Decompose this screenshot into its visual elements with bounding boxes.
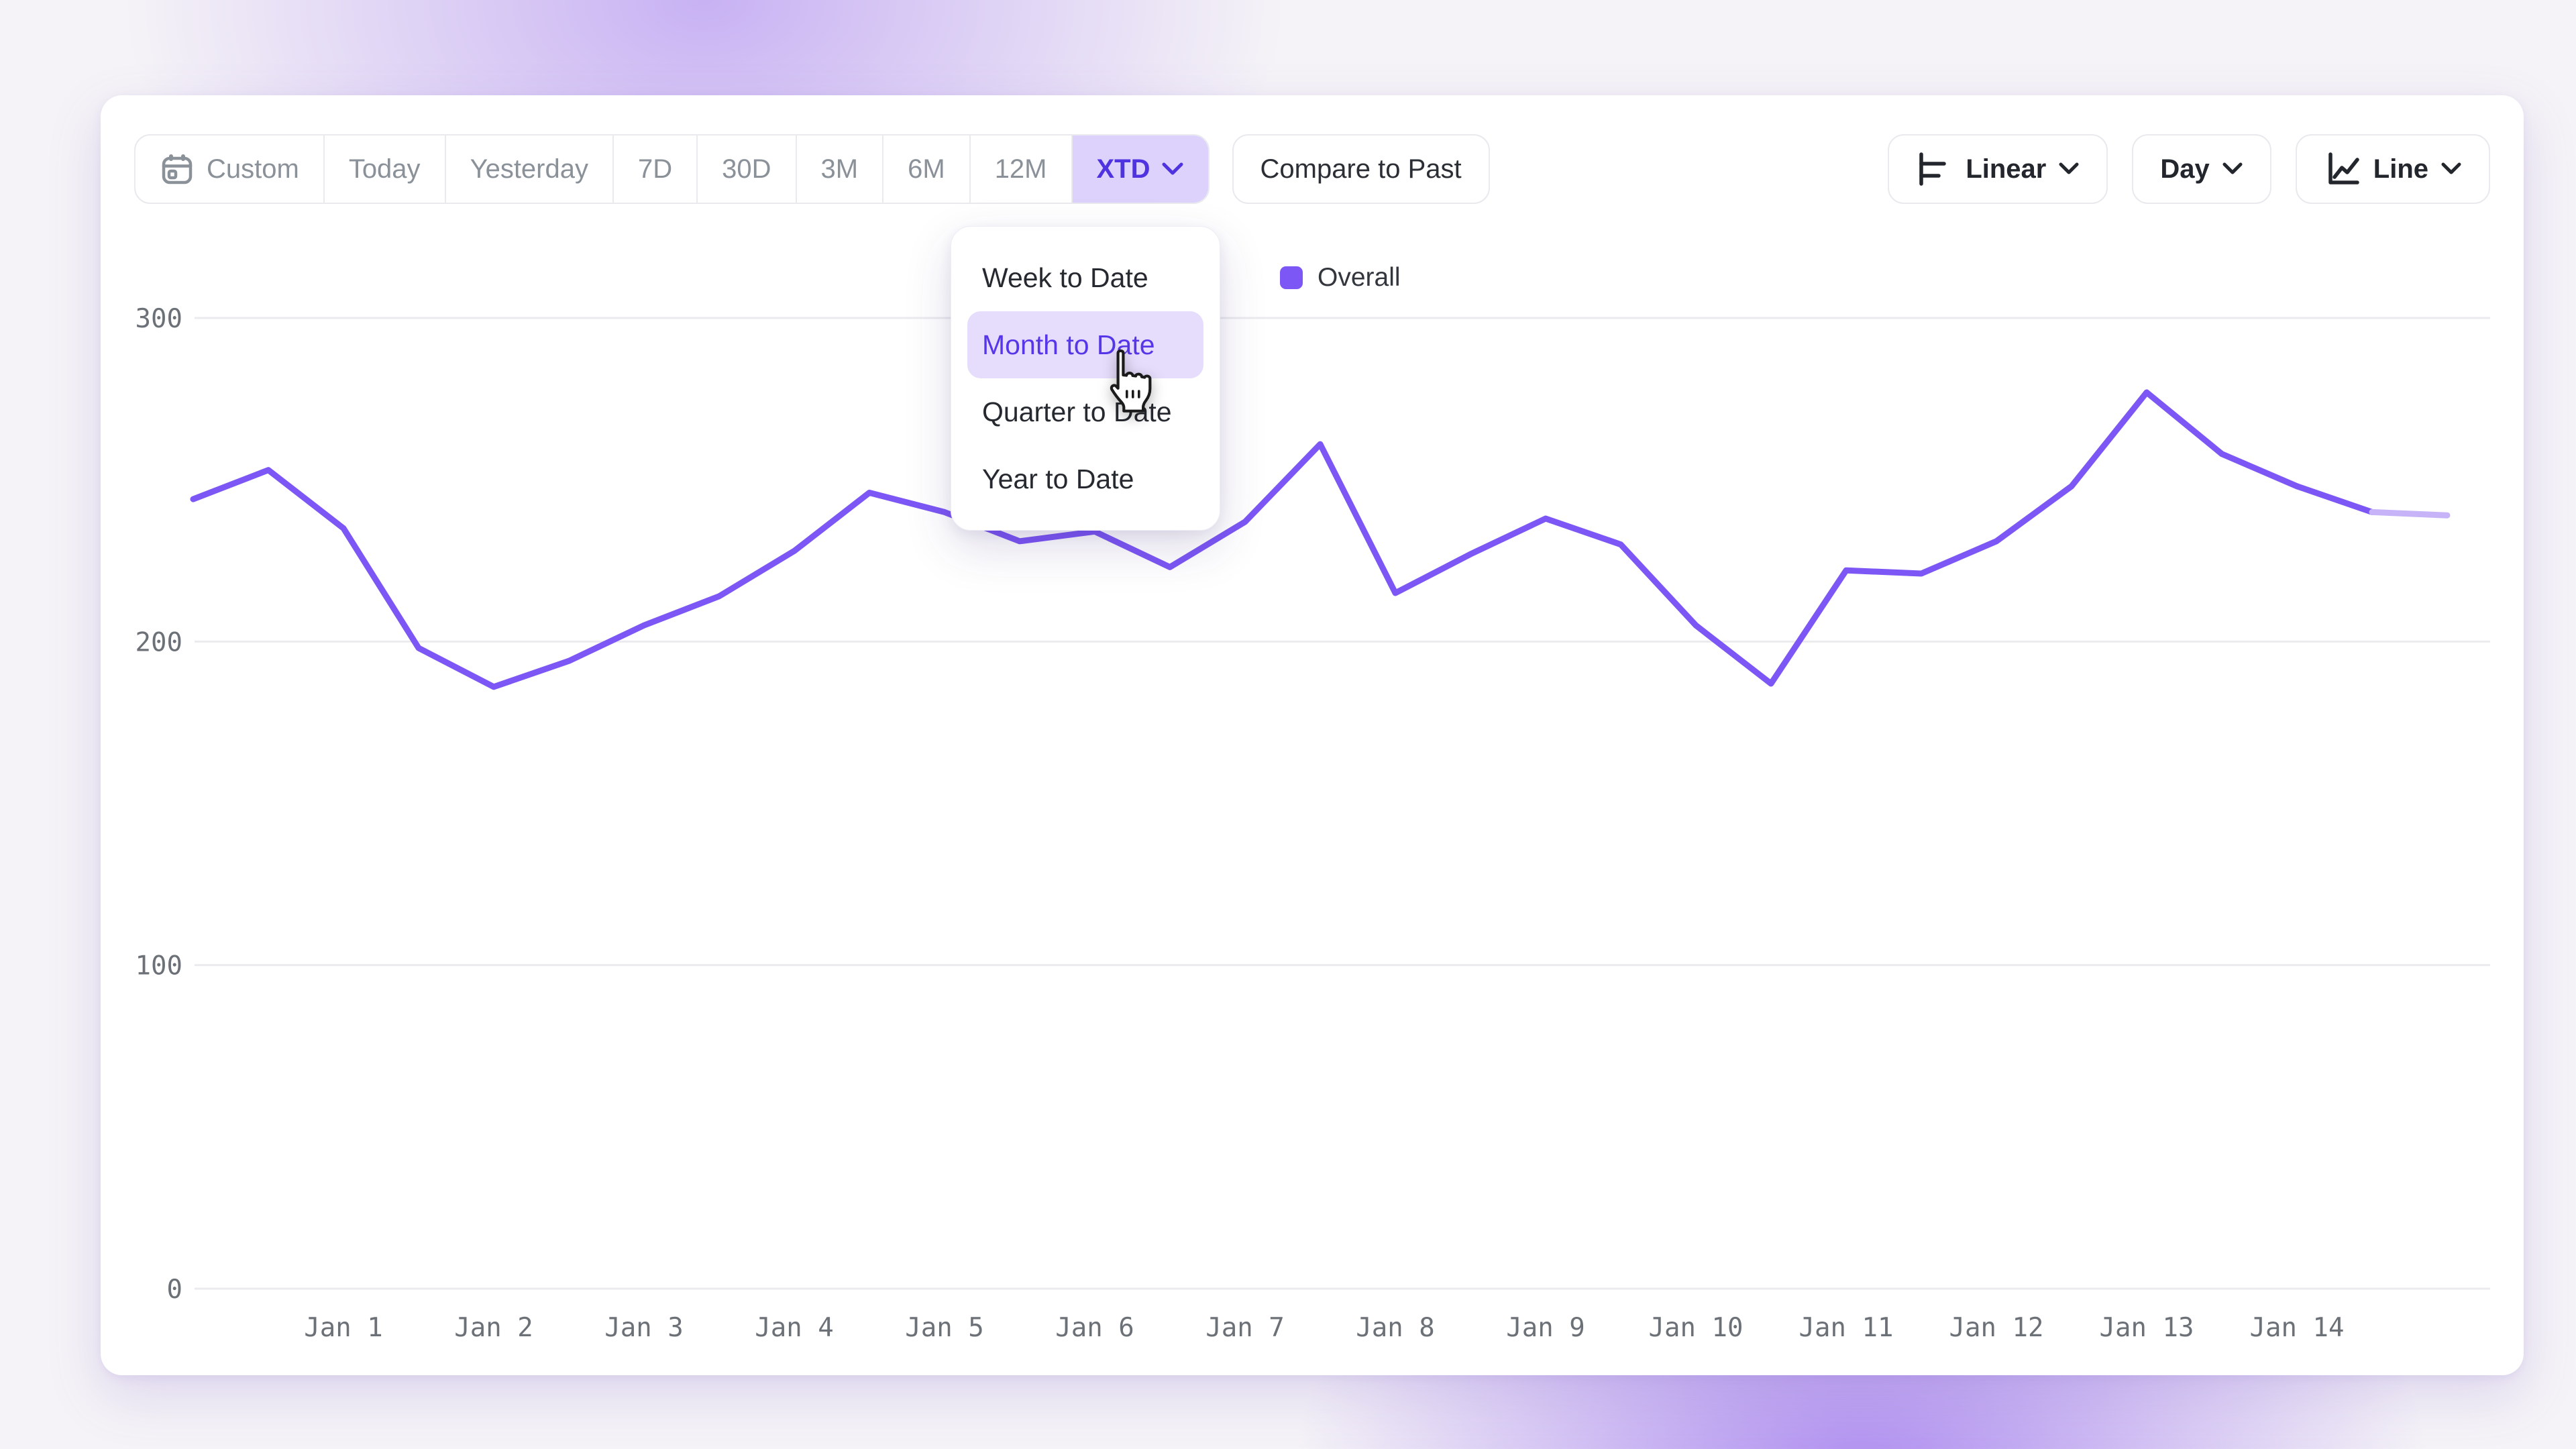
menu-item-quarter-to-date[interactable]: Quarter to Date — [951, 378, 1220, 445]
legend: Overall — [1280, 263, 1401, 292]
range-12m[interactable]: 12M — [971, 136, 1073, 203]
linear-scale-icon — [1916, 150, 1953, 188]
chevron-down-icon — [2058, 162, 2080, 176]
date-range-segmented-control: Custom Today Yesterday 7D 30D 3M 6M 12M … — [134, 134, 1210, 204]
range-6m[interactable]: 6M — [883, 136, 971, 203]
granularity-select[interactable]: Day — [2132, 134, 2271, 204]
range-xtd[interactable]: XTD — [1073, 136, 1208, 203]
range-7d[interactable]: 7D — [614, 136, 698, 203]
range-custom[interactable]: Custom — [136, 136, 325, 203]
menu-item-month-to-date[interactable]: Month to Date — [967, 311, 1203, 378]
legend-label: Overall — [1318, 263, 1401, 292]
chevron-down-icon — [1161, 162, 1184, 176]
to-date-dropdown-menu: Week to Date Month to Date Quarter to Da… — [951, 226, 1220, 531]
range-today[interactable]: Today — [325, 136, 446, 203]
compare-to-past-button[interactable]: Compare to Past — [1232, 134, 1490, 204]
range-yesterday[interactable]: Yesterday — [446, 136, 614, 203]
line-chart-icon — [2324, 150, 2361, 188]
chevron-down-icon — [2222, 162, 2243, 176]
legend-swatch — [1280, 266, 1303, 289]
chevron-down-icon — [2440, 162, 2462, 176]
toolbar: Custom Today Yesterday 7D 30D 3M 6M 12M … — [134, 134, 2490, 204]
scale-select[interactable]: Linear — [1888, 134, 2108, 204]
calendar-icon — [160, 152, 195, 186]
chart-type-select[interactable]: Line — [2296, 134, 2490, 204]
range-30d[interactable]: 30D — [698, 136, 796, 203]
menu-item-year-to-date[interactable]: Year to Date — [951, 445, 1220, 513]
range-custom-label: Custom — [207, 154, 299, 184]
mouse-pointer-hand-cursor — [1097, 347, 1154, 418]
menu-item-week-to-date[interactable]: Week to Date — [951, 244, 1220, 311]
range-3m[interactable]: 3M — [797, 136, 884, 203]
